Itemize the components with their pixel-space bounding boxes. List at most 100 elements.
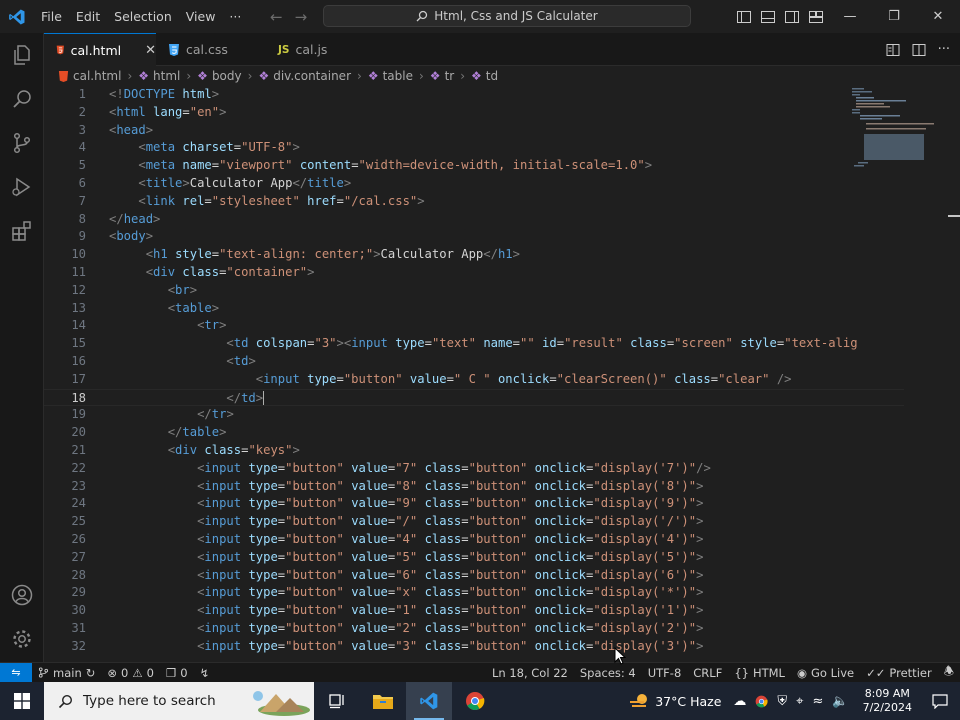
toggle-primary-sidebar-icon[interactable] (736, 9, 752, 25)
code-line[interactable]: 11 <div class="container"> (44, 264, 904, 282)
menu-file[interactable]: File (34, 0, 69, 33)
minimize-icon[interactable]: — (828, 0, 872, 33)
command-center-search[interactable]: Html, Css and JS Calculater (323, 5, 691, 27)
chrome-tray-icon[interactable] (755, 695, 768, 708)
task-view-icon[interactable] (314, 682, 360, 720)
code-line[interactable]: 8 </head> (44, 211, 904, 229)
open-preview-icon[interactable] (886, 43, 900, 57)
settings-gear-icon[interactable] (0, 617, 44, 661)
menu-view[interactable]: View (179, 0, 223, 33)
onedrive-cloud-icon[interactable]: ☁ (733, 694, 746, 709)
encoding[interactable]: UTF-8 (642, 663, 688, 683)
file-explorer-icon[interactable] (360, 682, 406, 720)
extensions-icon[interactable] (0, 209, 44, 253)
code-line[interactable]: 22 <input type="button" value="7" class=… (44, 460, 904, 478)
restore-icon[interactable]: ❐ (872, 0, 916, 33)
account-icon[interactable] (0, 573, 44, 617)
code-line[interactable]: 31 <input type="button" value="2" class=… (44, 620, 904, 638)
notifications-bell-icon[interactable]: 🕭 (938, 663, 960, 683)
taskbar-search-box[interactable]: Type here to search (44, 682, 314, 720)
explorer-icon[interactable] (0, 33, 44, 77)
code-line[interactable]: 18 </td> (44, 388, 904, 407)
prettier-button[interactable]: ✓✓ Prettier (860, 663, 938, 683)
sync-icon[interactable]: ↻ (86, 666, 96, 680)
menu-more[interactable]: ··· (222, 0, 248, 33)
code-line[interactable]: 7 <link rel="stylesheet" href="/cal.css"… (44, 193, 904, 211)
code-line[interactable]: 14 <tr> (44, 317, 904, 335)
chrome-icon[interactable] (452, 682, 498, 720)
code-token: = (461, 621, 469, 635)
remote-indicator-icon[interactable]: ⇋ (0, 662, 32, 683)
code-line[interactable]: 28 <input type="button" value="6" class=… (44, 567, 904, 585)
tab-cal-css[interactable]: cal.css (156, 33, 266, 66)
code-line[interactable]: 27 <input type="button" value="5" class=… (44, 549, 904, 567)
breadcrumb-body[interactable]: body (212, 69, 242, 83)
code-line[interactable]: 29 <input type="button" value="x" class=… (44, 584, 904, 602)
code-line[interactable]: 1 <!DOCTYPE html> (44, 86, 904, 104)
code-line[interactable]: 21 <div class="keys"> (44, 442, 904, 460)
code-line[interactable]: 13 <table> (44, 300, 904, 318)
windows-start-icon[interactable] (0, 682, 44, 720)
code-line[interactable]: 9 <body> (44, 228, 904, 246)
code-line[interactable]: 19 </tr> (44, 406, 904, 424)
breadcrumb-td[interactable]: td (486, 69, 498, 83)
code-line[interactable]: 23 <input type="button" value="8" class=… (44, 478, 904, 496)
code-line[interactable]: 2 <html lang="en"> (44, 104, 904, 122)
code-line[interactable]: 16 <td> (44, 353, 904, 371)
split-editor-icon[interactable] (912, 43, 926, 57)
weather-widget[interactable]: 37°C Haze (623, 682, 727, 720)
code-line[interactable]: 26 <input type="button" value="4" class=… (44, 531, 904, 549)
close-tab-icon[interactable]: ✕ (145, 43, 156, 58)
ports-indicator[interactable]: ❐ 0 ↯ (160, 663, 215, 683)
code-editor[interactable]: 1 <!DOCTYPE html> 2 <html lang="en"> 3 <head>… (44, 86, 960, 662)
source-control-icon[interactable] (0, 121, 44, 165)
tab-cal-html[interactable]: cal.html ✕ (44, 33, 156, 66)
toggle-secondary-sidebar-icon[interactable] (784, 9, 800, 25)
menu-edit[interactable]: Edit (69, 0, 107, 33)
code-line[interactable]: 6 <title>Calculator App</title> (44, 175, 904, 193)
more-actions-icon[interactable]: ··· (938, 42, 950, 57)
code-line[interactable]: 12 <br> (44, 282, 904, 300)
code-token: style (175, 247, 212, 262)
go-live-button[interactable]: ◉ Go Live (791, 663, 860, 683)
close-window-icon[interactable]: ✕ (916, 0, 960, 33)
code-line[interactable]: 20 </table> (44, 424, 904, 442)
run-debug-icon[interactable] (0, 165, 44, 209)
code-line[interactable]: 5 <meta name="viewport" content="width=d… (44, 157, 904, 175)
indentation[interactable]: Spaces: 4 (574, 663, 642, 683)
tab-cal-js[interactable]: JS cal.js (266, 33, 366, 66)
branch-indicator[interactable]: main ↻ (32, 663, 101, 683)
code-line[interactable]: 10 <h1 style="text-align: center;">Calcu… (44, 246, 904, 264)
volume-icon[interactable]: 🔈 (832, 694, 848, 709)
code-line[interactable]: 3 <head> (44, 122, 904, 140)
forward-arrow-icon[interactable]: → (295, 8, 308, 26)
code-line[interactable]: 32 <input type="button" value="3" class=… (44, 638, 904, 656)
search-view-icon[interactable] (0, 77, 44, 121)
code-line[interactable]: 30 <input type="button" value="1" class=… (44, 602, 904, 620)
breadcrumb-table[interactable]: table (383, 69, 413, 83)
breadcrumb-div[interactable]: div.container (273, 69, 351, 83)
breadcrumb-tr[interactable]: tr (445, 69, 455, 83)
code-line[interactable]: 25 <input type="button" value="/" class=… (44, 513, 904, 531)
code-line[interactable]: 15 <td colspan="3"><input type="text" na… (44, 335, 904, 353)
breadcrumb-file[interactable]: cal.html (73, 69, 121, 83)
breadcrumb-html[interactable]: html (153, 69, 180, 83)
back-arrow-icon[interactable]: ← (270, 8, 283, 26)
customize-layout-icon[interactable] (808, 9, 824, 25)
end-of-line[interactable]: CRLF (687, 663, 728, 683)
toggle-panel-icon[interactable] (760, 9, 776, 25)
vscode-taskbar-icon[interactable] (406, 682, 452, 720)
problems-indicator[interactable]: ⊗ 0 ⚠ 0 (101, 663, 160, 683)
wifi-icon[interactable]: ≈ (813, 694, 824, 709)
language-mode[interactable]: {} HTML (728, 663, 791, 683)
code-line[interactable]: 17 <input type="button" value=" C " oncl… (44, 371, 904, 389)
code-line[interactable]: 4 <meta charset="UTF-8"> (44, 139, 904, 157)
security-shield-icon[interactable]: ⛨ (777, 694, 787, 709)
notification-center-icon[interactable] (920, 682, 960, 720)
menu-selection[interactable]: Selection (107, 0, 179, 33)
clock[interactable]: 8:09 AM 7/2/2024 (855, 687, 920, 715)
code-line[interactable]: 24 <input type="button" value="9" class=… (44, 495, 904, 513)
network-icon[interactable]: ⌖ (796, 694, 803, 709)
cursor-position[interactable]: Ln 18, Col 22 (486, 663, 574, 683)
